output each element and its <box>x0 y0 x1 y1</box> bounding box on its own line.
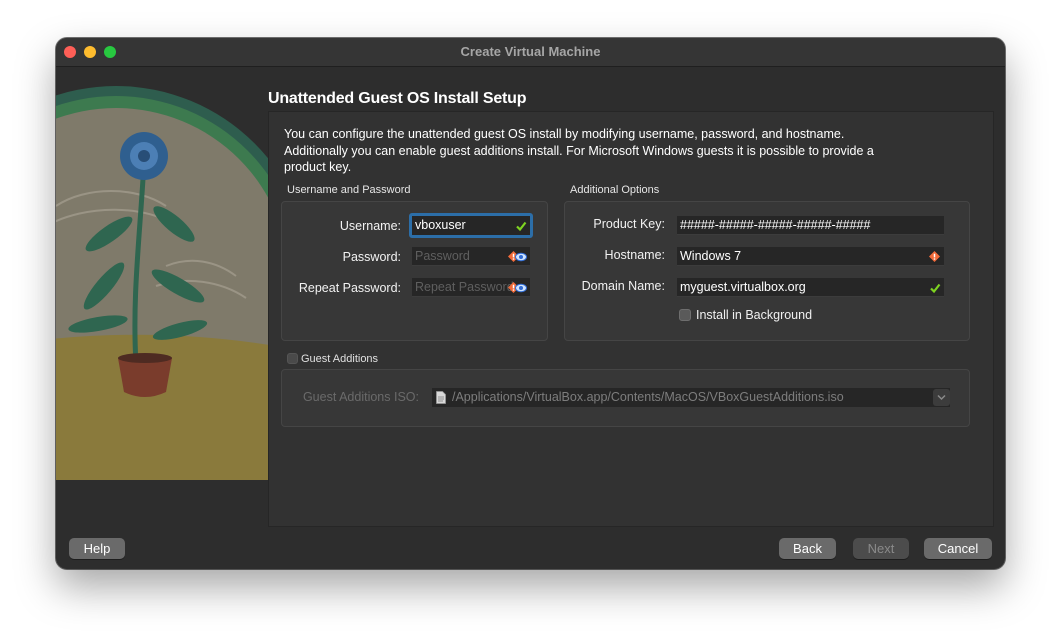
create-vm-window: Create Virtual Machine Unattended Guest … <box>56 38 1005 569</box>
repeat-password-placeholder: Repeat Password <box>415 280 514 294</box>
install-in-background-checkbox[interactable] <box>679 309 691 321</box>
domain-name-label: Domain Name: <box>581 279 665 293</box>
plant-illustration <box>56 86 296 480</box>
warning-icon <box>929 251 940 262</box>
options-group-label: Additional Options <box>570 184 660 196</box>
password-label: Password: <box>342 250 401 264</box>
guest-additions-iso-path: /Applications/VirtualBox.app/Contents/Ma… <box>452 390 844 404</box>
show-password-eye-icon[interactable] <box>515 282 527 294</box>
page-title: Unattended Guest OS Install Setup <box>268 90 527 107</box>
product-key-input[interactable]: #####-#####-#####-#####-##### <box>677 216 944 235</box>
title-bar: Create Virtual Machine <box>56 38 1005 67</box>
file-icon <box>436 391 446 404</box>
cancel-button[interactable]: Cancel <box>924 538 992 559</box>
password-placeholder: Password <box>415 249 470 263</box>
repeat-password-label: Repeat Password: <box>298 281 401 295</box>
guest-additions-label: Guest Additions <box>301 353 379 365</box>
chevron-down-icon <box>937 394 946 401</box>
product-key-label: Product Key: <box>593 217 665 231</box>
product-key-value: #####-#####-#####-#####-##### <box>680 218 871 232</box>
valid-check-icon <box>930 283 941 294</box>
page-description: You can configure the unattended guest O… <box>284 127 874 174</box>
valid-check-icon <box>516 221 527 232</box>
credentials-group-label: Username and Password <box>287 184 411 196</box>
next-button[interactable]: Next <box>853 538 909 559</box>
domain-name-input[interactable]: myguest.virtualbox.org <box>677 278 944 297</box>
hostname-value: Windows 7 <box>680 249 742 263</box>
username-value: vboxuser <box>415 218 466 232</box>
domain-name-value: myguest.virtualbox.org <box>680 280 806 294</box>
install-in-background-label: Install in Background <box>696 308 813 322</box>
guest-additions-iso-field[interactable]: /Applications/VirtualBox.app/Contents/Ma… <box>432 388 950 407</box>
username-label: Username: <box>339 219 401 233</box>
guest-additions-iso-dropdown[interactable] <box>933 389 950 406</box>
show-password-eye-icon[interactable] <box>515 251 527 263</box>
guest-additions-checkbox[interactable] <box>287 353 298 364</box>
window-title: Create Virtual Machine <box>460 44 601 59</box>
help-button[interactable]: Help <box>69 538 125 559</box>
guest-additions-iso-label: Guest Additions ISO: <box>302 390 419 404</box>
back-button[interactable]: Back <box>779 538 836 559</box>
hostname-label: Hostname: <box>604 248 665 262</box>
hostname-input[interactable]: Windows 7 <box>677 247 944 266</box>
